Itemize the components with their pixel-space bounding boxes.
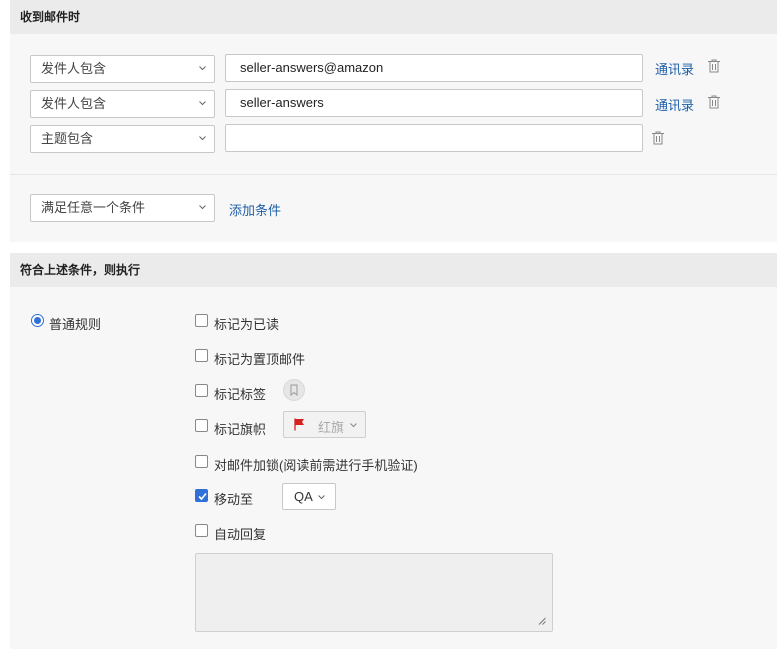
mark-top-checkbox[interactable] (195, 349, 208, 362)
mark-read-checkbox[interactable] (195, 314, 208, 327)
lock-checkbox[interactable] (195, 455, 208, 468)
mark-tag-checkbox[interactable] (195, 384, 208, 397)
add-condition-link[interactable]: 添加条件 (229, 200, 281, 219)
contacts-link-2[interactable]: 通讯录 (655, 95, 694, 114)
chevron-down-icon (318, 495, 325, 500)
condition-field-select-3[interactable]: 主题包含 (30, 125, 215, 153)
auto-reply-textarea[interactable] (195, 553, 553, 632)
section-header-on-receive: 收到邮件时 (10, 0, 777, 34)
bookmark-icon (290, 384, 298, 397)
section-header-actions: 符合上述条件，则执行 (10, 253, 777, 287)
flag-select[interactable]: 红旗 (283, 411, 366, 438)
mark-read-label: 标记为已读 (214, 317, 280, 332)
condition-field-select-2[interactable]: 发件人包含 (30, 90, 215, 118)
chevron-down-icon (199, 66, 206, 73)
move-to-label: 移动至 (214, 492, 254, 507)
section-title: 收到邮件时 (20, 10, 81, 24)
mark-tag-label: 标记标签 (214, 387, 267, 402)
lock-label: 对邮件加锁(阅读前需进行手机验证) (214, 458, 418, 473)
chevron-down-icon (199, 205, 206, 212)
chevron-down-icon (350, 423, 357, 428)
auto-reply-label: 自动回复 (214, 527, 267, 542)
auto-reply-checkbox[interactable] (195, 524, 208, 537)
match-mode-select[interactable]: 满足任意一个条件 (30, 194, 215, 222)
condition-value-input-2[interactable]: seller-answers (225, 89, 643, 117)
rule-type-radio[interactable] (31, 314, 44, 327)
mark-flag-label: 标记旗帜 (214, 422, 267, 437)
contacts-link-1[interactable]: 通讯录 (655, 59, 694, 78)
trash-icon[interactable] (708, 95, 720, 109)
condition-value-input-1[interactable]: seller-answers@amazon (225, 54, 643, 82)
move-folder-value: QA (294, 489, 313, 504)
condition-value-input-3[interactable] (225, 124, 643, 152)
condition-field-select-1[interactable]: 发件人包含 (30, 55, 215, 83)
flag-value: 红旗 (318, 420, 345, 435)
resize-handle-icon (538, 617, 546, 625)
move-to-checkbox[interactable] (195, 489, 208, 502)
red-flag-icon (294, 418, 304, 431)
move-folder-select[interactable]: QA (282, 483, 336, 510)
trash-icon[interactable] (708, 59, 720, 73)
rule-type-label: 普通规则 (49, 317, 102, 332)
mark-flag-checkbox[interactable] (195, 419, 208, 432)
section-title: 符合上述条件，则执行 (20, 263, 141, 277)
trash-icon[interactable] (652, 131, 664, 145)
tag-picker-button[interactable] (283, 379, 305, 401)
mark-top-label: 标记为置顶邮件 (214, 352, 306, 367)
checkmark-icon (198, 492, 207, 501)
divider (10, 174, 777, 175)
chevron-down-icon (199, 136, 206, 143)
chevron-down-icon (199, 101, 206, 108)
